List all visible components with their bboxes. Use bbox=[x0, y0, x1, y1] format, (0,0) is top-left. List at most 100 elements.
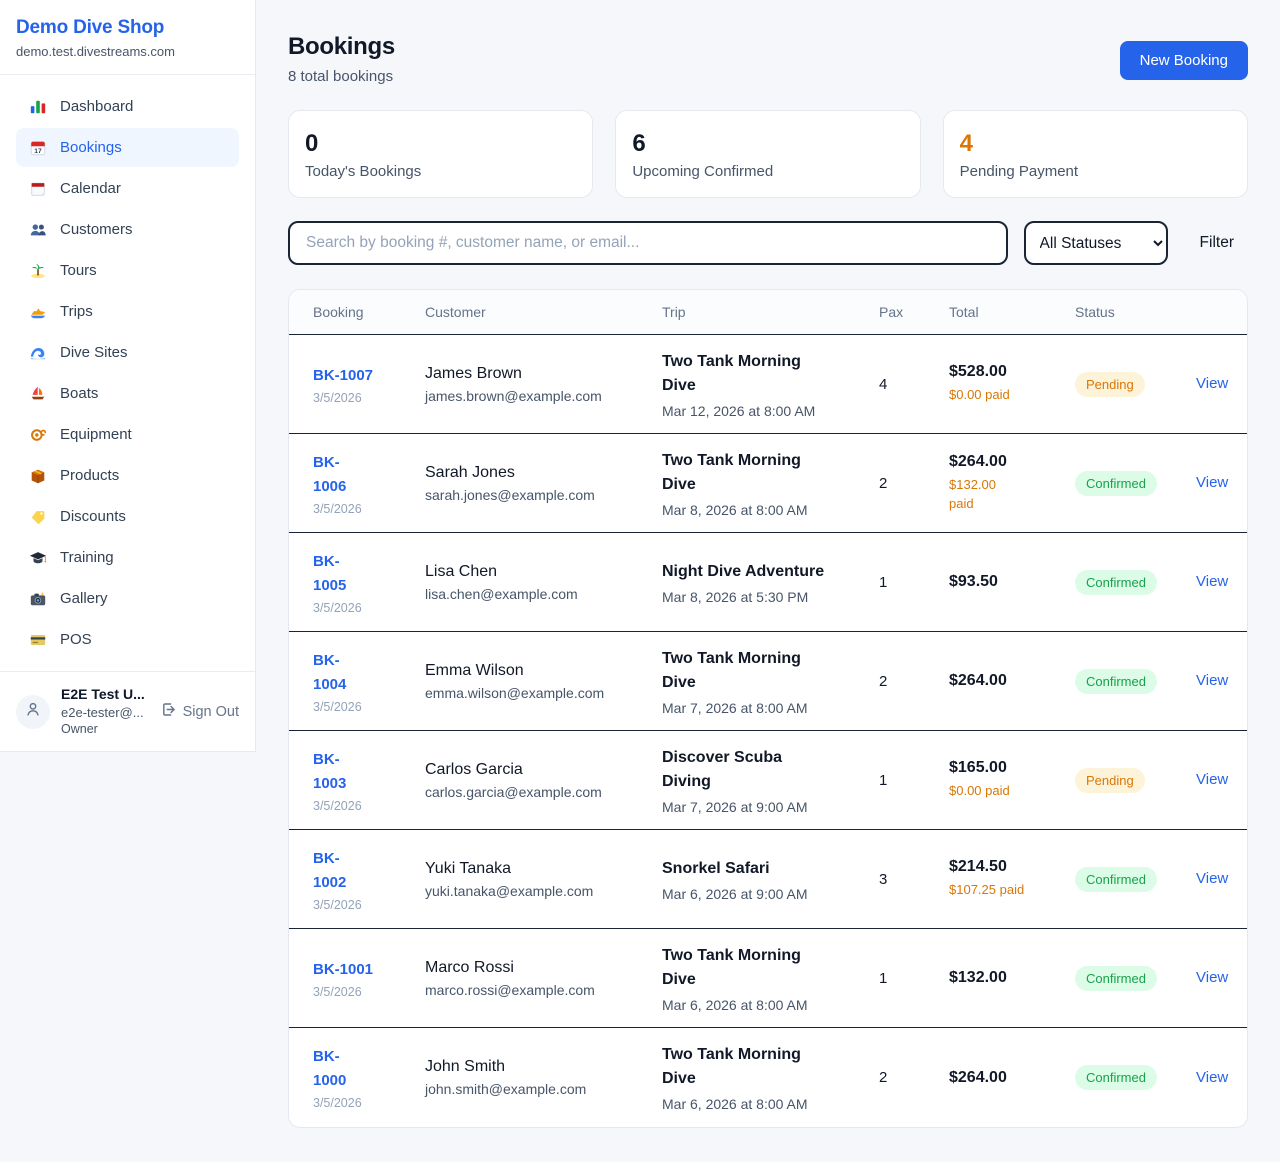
trip-name: Two Tank Morning Dive bbox=[662, 350, 879, 398]
sidebar-item-dive-sites[interactable]: Dive Sites bbox=[16, 333, 239, 372]
avatar bbox=[16, 695, 50, 729]
col-header-trip: Trip bbox=[662, 304, 879, 320]
customer-cell: Sarah Jones sarah.jones@example.com bbox=[425, 464, 662, 503]
booking-id-link[interactable]: BK-1001 bbox=[313, 958, 425, 982]
user-name: E2E Test U... bbox=[61, 685, 145, 704]
trip-date: Mar 6, 2026 at 9:00 AM bbox=[662, 886, 879, 902]
customer-cell: John Smith john.smith@example.com bbox=[425, 1058, 662, 1097]
total-amount: $528.00 bbox=[949, 363, 1075, 381]
stat-card: 4 Pending Payment bbox=[943, 110, 1248, 198]
total-amount: $264.00 bbox=[949, 1069, 1075, 1087]
trip-date: Mar 12, 2026 at 8:00 AM bbox=[662, 403, 879, 419]
view-link[interactable]: View bbox=[1196, 771, 1228, 788]
sidebar-item-training[interactable]: Training bbox=[16, 538, 239, 577]
trip-date: Mar 8, 2026 at 8:00 AM bbox=[662, 502, 879, 518]
sidebar-item-products[interactable]: Products bbox=[16, 456, 239, 495]
stats-cards: 0 Today's Bookings 6 Upcoming Confirmed … bbox=[288, 110, 1248, 198]
calendar-icon bbox=[28, 179, 47, 198]
sidebar-item-label: Equipment bbox=[60, 426, 132, 443]
customer-cell: Marco Rossi marco.rossi@example.com bbox=[425, 959, 662, 998]
sidebar-item-boats[interactable]: Boats bbox=[16, 374, 239, 413]
booking-id-link[interactable]: BK- 1003 bbox=[313, 748, 425, 796]
customer-email: sarah.jones@example.com bbox=[425, 487, 662, 503]
table-row: BK- 1003 3/5/2026 Carlos Garcia carlos.g… bbox=[289, 731, 1247, 830]
booking-date: 3/5/2026 bbox=[313, 985, 425, 999]
booking-id-link[interactable]: BK- 1000 bbox=[313, 1045, 425, 1093]
view-link[interactable]: View bbox=[1196, 1069, 1228, 1086]
status-cell: Confirmed bbox=[1075, 966, 1196, 991]
total-cell: $165.00 $0.00 paid bbox=[949, 759, 1075, 801]
booking-id-link[interactable]: BK- 1002 bbox=[313, 847, 425, 895]
sign-out-label: Sign Out bbox=[183, 704, 239, 720]
view-link[interactable]: View bbox=[1196, 969, 1228, 986]
sidebar-item-gallery[interactable]: Gallery bbox=[16, 579, 239, 618]
sidebar-item-pos[interactable]: POS bbox=[16, 620, 239, 659]
col-header-pax: Pax bbox=[879, 304, 949, 320]
table-row: BK- 1002 3/5/2026 Yuki Tanaka yuki.tanak… bbox=[289, 830, 1247, 929]
booking-id-link[interactable]: BK- 1004 bbox=[313, 649, 425, 697]
view-link[interactable]: View bbox=[1196, 672, 1228, 689]
total-cell: $214.50 $107.25 paid bbox=[949, 858, 1075, 900]
trip-name: Two Tank Morning Dive bbox=[662, 449, 879, 497]
booking-date: 3/5/2026 bbox=[313, 391, 425, 405]
total-cell: $264.00 bbox=[949, 1069, 1075, 1087]
status-cell: Pending bbox=[1075, 372, 1196, 397]
booking-cell: BK- 1003 3/5/2026 bbox=[313, 748, 425, 813]
search-input[interactable] bbox=[288, 221, 1008, 265]
brand-link[interactable]: Demo Dive Shop bbox=[16, 17, 239, 39]
customer-cell: James Brown james.brown@example.com bbox=[425, 365, 662, 404]
dive-mask-icon bbox=[28, 425, 47, 444]
logout-icon bbox=[160, 701, 177, 722]
status-badge: Confirmed bbox=[1075, 1065, 1157, 1090]
pax-value: 3 bbox=[879, 871, 949, 888]
filter-button[interactable]: Filter bbox=[1184, 234, 1248, 252]
customer-name: Emma Wilson bbox=[425, 662, 662, 680]
status-filter-select[interactable]: All Statuses bbox=[1024, 221, 1168, 265]
status-badge: Confirmed bbox=[1075, 570, 1157, 595]
sidebar-item-equipment[interactable]: Equipment bbox=[16, 415, 239, 454]
pax-value: 1 bbox=[879, 970, 949, 987]
booking-id-link[interactable]: BK-1007 bbox=[313, 364, 425, 388]
person-icon bbox=[24, 700, 42, 723]
sidebar-item-calendar[interactable]: Calendar bbox=[16, 169, 239, 208]
total-amount: $132.00 bbox=[949, 969, 1075, 987]
trip-cell: Two Tank Morning Dive Mar 12, 2026 at 8:… bbox=[662, 350, 879, 419]
sidebar-item-discounts[interactable]: Discounts bbox=[16, 497, 239, 536]
stat-value: 6 bbox=[632, 130, 903, 158]
booking-id-link[interactable]: BK- 1005 bbox=[313, 550, 425, 598]
table-controls: All Statuses Filter bbox=[288, 221, 1248, 265]
booking-date: 3/5/2026 bbox=[313, 700, 425, 714]
booking-id-link[interactable]: BK- 1006 bbox=[313, 451, 425, 499]
paid-amount: $0.00 paid bbox=[949, 386, 1075, 405]
sidebar-item-trips[interactable]: Trips bbox=[16, 292, 239, 331]
sign-out-button[interactable]: Sign Out bbox=[160, 701, 239, 722]
sidebar-item-label: Dashboard bbox=[60, 98, 133, 115]
booking-cell: BK-1001 3/5/2026 bbox=[313, 958, 425, 999]
tag-icon bbox=[28, 507, 47, 526]
booking-cell: BK- 1006 3/5/2026 bbox=[313, 451, 425, 516]
svg-text:17: 17 bbox=[34, 147, 42, 154]
customer-email: carlos.garcia@example.com bbox=[425, 784, 662, 800]
table-body: BK-1007 3/5/2026 James Brown james.brown… bbox=[289, 335, 1247, 1127]
trip-cell: Two Tank Morning Dive Mar 6, 2026 at 8:0… bbox=[662, 1043, 879, 1112]
booking-cell: BK- 1005 3/5/2026 bbox=[313, 550, 425, 615]
sidebar-item-bookings[interactable]: 17 Bookings bbox=[16, 128, 239, 167]
status-cell: Confirmed bbox=[1075, 669, 1196, 694]
sidebar-item-dashboard[interactable]: Dashboard bbox=[16, 87, 239, 126]
view-link[interactable]: View bbox=[1196, 375, 1228, 392]
view-link[interactable]: View bbox=[1196, 474, 1228, 491]
calendar-date-icon: 17 bbox=[28, 138, 47, 157]
view-link[interactable]: View bbox=[1196, 870, 1228, 887]
status-cell: Pending bbox=[1075, 768, 1196, 793]
total-amount: $264.00 bbox=[949, 453, 1075, 471]
view-link[interactable]: View bbox=[1196, 573, 1228, 590]
status-badge: Confirmed bbox=[1075, 669, 1157, 694]
sidebar-item-tours[interactable]: Tours bbox=[16, 251, 239, 290]
new-booking-button[interactable]: New Booking bbox=[1120, 41, 1248, 80]
sidebar-item-label: Products bbox=[60, 467, 119, 484]
trip-cell: Snorkel Safari Mar 6, 2026 at 9:00 AM bbox=[662, 857, 879, 902]
trip-date: Mar 6, 2026 at 8:00 AM bbox=[662, 997, 879, 1013]
table-header-row: Booking Customer Trip Pax Total Status bbox=[289, 290, 1247, 335]
trip-name: Snorkel Safari bbox=[662, 857, 879, 881]
sidebar-item-customers[interactable]: Customers bbox=[16, 210, 239, 249]
